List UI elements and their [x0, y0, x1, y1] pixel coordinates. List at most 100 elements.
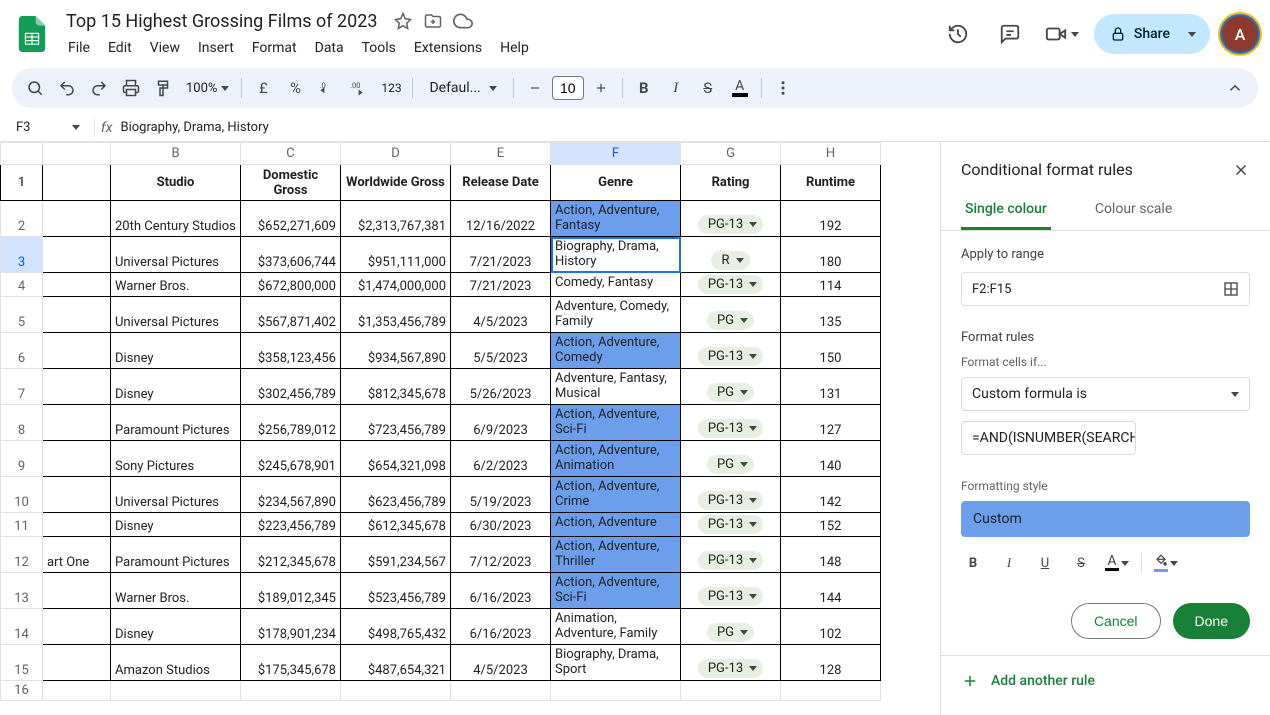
formula-field[interactable]: =AND(ISNUMBER(SEARCH	[961, 421, 1136, 455]
cell[interactable]: $358,123,456	[241, 333, 341, 369]
row-header-12[interactable]: 12	[1, 537, 43, 573]
cell[interactable]: 7/12/2023	[451, 537, 551, 573]
row-header-14[interactable]: 14	[1, 609, 43, 645]
cell[interactable]	[43, 237, 111, 273]
cell[interactable]	[43, 441, 111, 477]
cell[interactable]: 5/19/2023	[451, 477, 551, 513]
cell[interactable]: $2,313,767,381	[341, 201, 451, 237]
cell-genre[interactable]: Comedy, Fantasy	[551, 273, 681, 297]
print-icon[interactable]	[116, 73, 146, 103]
decrease-decimal-icon[interactable]: .0	[312, 73, 342, 103]
cell[interactable]: Sony Pictures	[111, 441, 241, 477]
cell-rating[interactable]: PG-13	[681, 537, 781, 573]
row-header-11[interactable]: 11	[1, 513, 43, 537]
cell[interactable]	[43, 513, 111, 537]
cell[interactable]: $951,111,000	[341, 237, 451, 273]
cell-genre[interactable]: Action, Adventure, Sci-Fi	[551, 405, 681, 441]
cell[interactable]	[43, 273, 111, 297]
cell[interactable]	[43, 201, 111, 237]
cell-genre[interactable]: Biography, Drama, Sport	[551, 645, 681, 681]
col-header-D[interactable]: D	[341, 143, 451, 165]
cell[interactable]: $487,654,321	[341, 645, 451, 681]
doc-title[interactable]: Top 15 Highest Grossing Films of 2023	[60, 9, 383, 34]
cell[interactable]: $212,345,678	[241, 537, 341, 573]
rating-chip[interactable]: PG	[707, 311, 754, 330]
rating-chip[interactable]: PG-13	[698, 551, 763, 570]
cell-genre[interactable]: Action, Adventure, Fantasy	[551, 201, 681, 237]
menu-insert[interactable]: Insert	[190, 36, 242, 60]
cell-genre[interactable]: Action, Adventure, Thriller	[551, 537, 681, 573]
share-caret-icon[interactable]	[1178, 20, 1206, 48]
cell[interactable]: Warner Bros.	[111, 573, 241, 609]
col-header-C[interactable]: C	[241, 143, 341, 165]
close-icon[interactable]	[1232, 161, 1250, 179]
rating-chip[interactable]: PG-13	[698, 275, 763, 294]
paint-format-icon[interactable]	[148, 73, 178, 103]
redo-icon[interactable]	[84, 73, 114, 103]
more-icon[interactable]	[768, 73, 798, 103]
done-button[interactable]: Done	[1173, 603, 1250, 639]
row-header-8[interactable]: 8	[1, 405, 43, 441]
rating-chip[interactable]: PG-13	[698, 587, 763, 606]
cell[interactable]: $654,321,098	[341, 441, 451, 477]
menu-view[interactable]: View	[142, 36, 188, 60]
header-cell[interactable]: Studio	[111, 165, 241, 201]
rating-chip[interactable]: PG	[707, 623, 754, 642]
cloud-icon[interactable]	[453, 11, 473, 31]
cell[interactable]: 6/16/2023	[451, 573, 551, 609]
cell[interactable]: $1,474,000,000	[341, 273, 451, 297]
row-header-16[interactable]: 16	[1, 681, 43, 701]
cell-rating[interactable]: PG	[681, 441, 781, 477]
spreadsheet-grid[interactable]: BCDEFGH1StudioDomestic GrossWorldwide Gr…	[0, 142, 940, 715]
bold-icon[interactable]: B	[629, 73, 659, 103]
cell[interactable]: 20th Century Studios	[111, 201, 241, 237]
cell[interactable]: 7/21/2023	[451, 273, 551, 297]
cell[interactable]: 6/2/2023	[451, 441, 551, 477]
cell-rating[interactable]: PG-13	[681, 573, 781, 609]
cell[interactable]: 180	[781, 237, 881, 273]
cell[interactable]: 6/9/2023	[451, 405, 551, 441]
cell[interactable]: $623,456,789	[341, 477, 451, 513]
menu-help[interactable]: Help	[492, 36, 537, 60]
tab-single-colour[interactable]: Single colour	[961, 191, 1051, 230]
cell[interactable]: Universal Pictures	[111, 297, 241, 333]
comment-icon[interactable]	[990, 14, 1030, 54]
row-header-4[interactable]: 4	[1, 273, 43, 297]
cell-rating[interactable]: PG-13	[681, 477, 781, 513]
formula-input[interactable]: Biography, Drama, History	[120, 120, 1262, 135]
cell[interactable]: $567,871,402	[241, 297, 341, 333]
cell[interactable]: 127	[781, 405, 881, 441]
cell[interactable]: 140	[781, 441, 881, 477]
cell[interactable]: 144	[781, 573, 881, 609]
number-format-button[interactable]: 123	[376, 73, 406, 103]
cell-rating[interactable]: PG	[681, 369, 781, 405]
cell-genre[interactable]: Action, Adventure, Crime	[551, 477, 681, 513]
share-button[interactable]: Share	[1094, 14, 1210, 54]
cell[interactable]: $523,456,789	[341, 573, 451, 609]
header-cell[interactable]: Runtime	[781, 165, 881, 201]
cell[interactable]: Disney	[111, 333, 241, 369]
cell[interactable]: Disney	[111, 369, 241, 405]
row-header-9[interactable]: 9	[1, 441, 43, 477]
meet-icon[interactable]	[1042, 14, 1082, 54]
cell[interactable]: Warner Bros.	[111, 273, 241, 297]
cell[interactable]: 6/16/2023	[451, 609, 551, 645]
cell[interactable]: 148	[781, 537, 881, 573]
cell-rating[interactable]: PG-13	[681, 513, 781, 537]
cell-rating[interactable]: PG-13	[681, 273, 781, 297]
cell[interactable]: 152	[781, 513, 881, 537]
increase-font-icon[interactable]	[586, 73, 616, 103]
menu-extensions[interactable]: Extensions	[406, 36, 490, 60]
cell-genre[interactable]: Action, Adventure	[551, 513, 681, 537]
rating-chip[interactable]: PG-13	[698, 659, 763, 678]
menu-file[interactable]: File	[60, 36, 98, 60]
cell[interactable]: Paramount Pictures	[111, 405, 241, 441]
header-cell[interactable]: Domestic Gross	[241, 165, 341, 201]
rating-chip[interactable]: PG	[707, 455, 754, 474]
cell[interactable]: $723,456,789	[341, 405, 451, 441]
cell[interactable]: 7/21/2023	[451, 237, 551, 273]
header-cell[interactable]: Genre	[551, 165, 681, 201]
cell[interactable]: Disney	[111, 513, 241, 537]
undo-icon[interactable]	[52, 73, 82, 103]
row-header-3[interactable]: 3	[1, 237, 43, 273]
